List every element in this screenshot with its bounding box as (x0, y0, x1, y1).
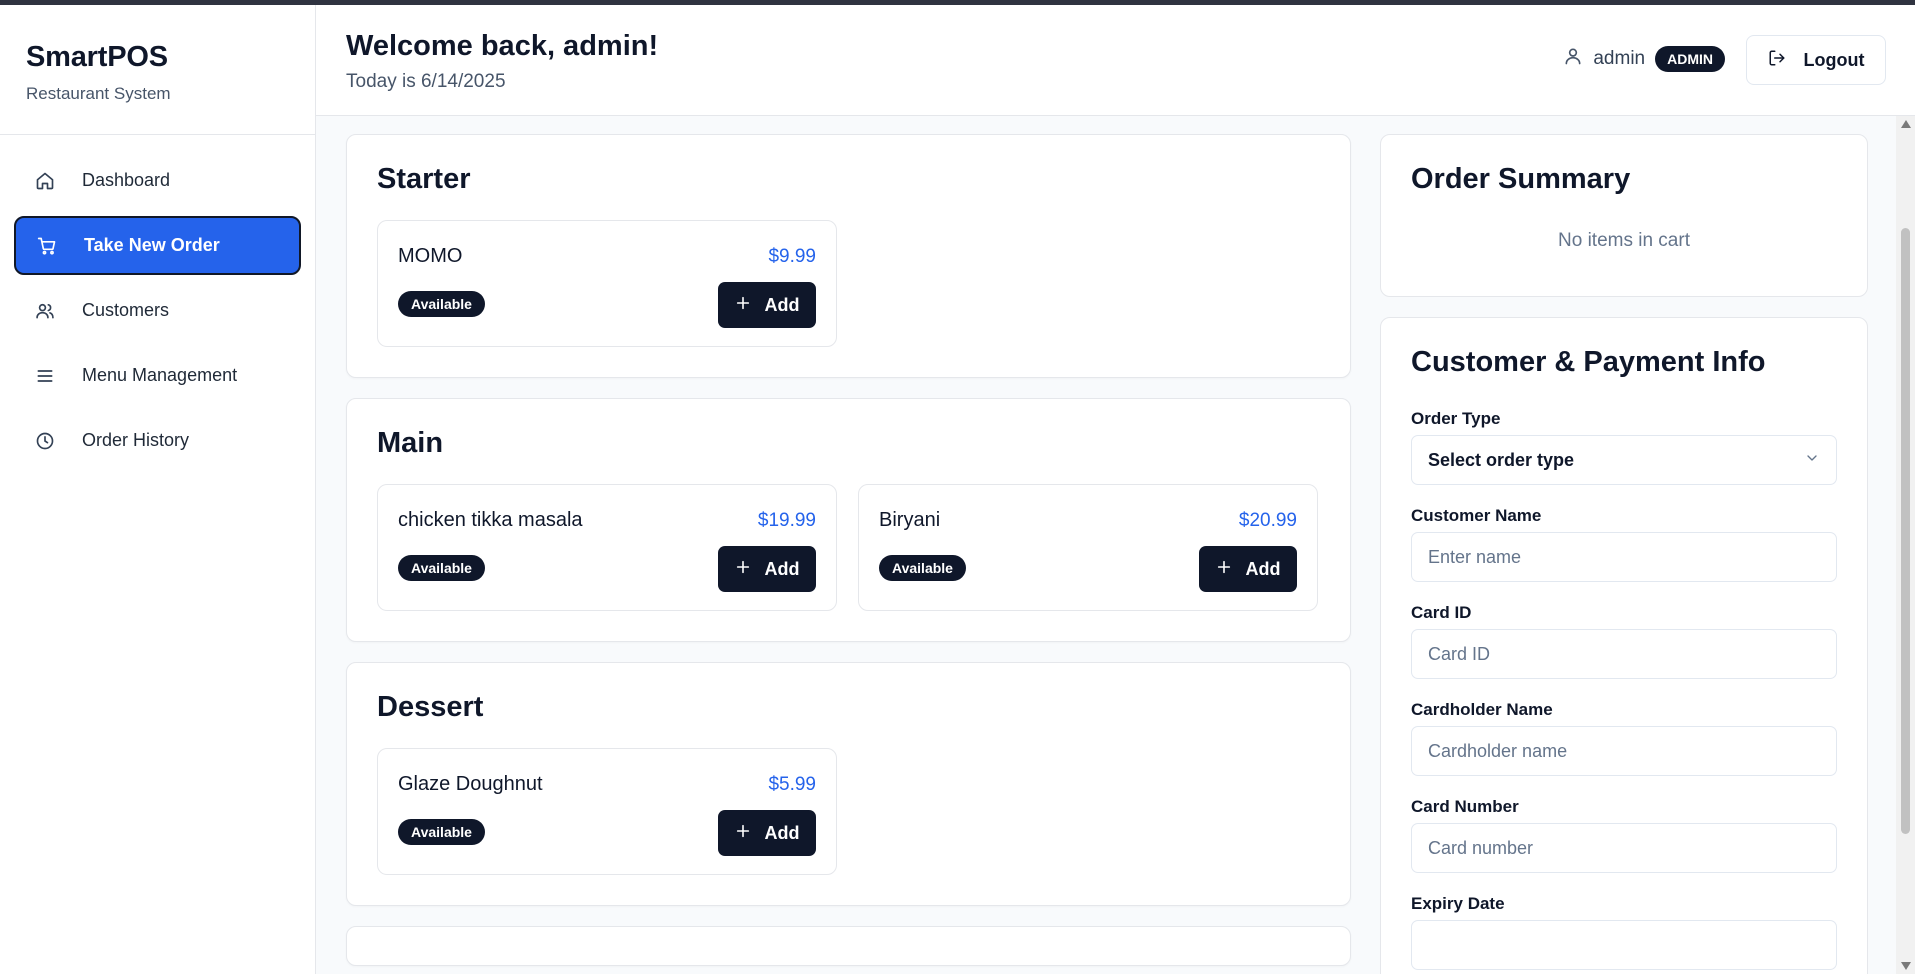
order-column: Order Summary No items in cart Customer … (1380, 134, 1868, 974)
users-icon (34, 300, 56, 322)
order-summary-panel: Order Summary No items in cart (1380, 134, 1868, 297)
sidebar-item-menu-management[interactable]: Menu Management (14, 346, 301, 405)
sidebar-item-label: Take New Order (84, 235, 220, 255)
items-grid: MOMO $9.99 Available Add (377, 220, 1320, 347)
brand-title: SmartPOS (26, 41, 168, 73)
card-id-label: Card ID (1411, 603, 1472, 622)
plus-icon (735, 823, 751, 844)
clock-icon (34, 430, 56, 452)
category-card-partial (346, 926, 1351, 966)
logout-icon (1768, 49, 1786, 72)
card-number-label: Card Number (1411, 797, 1519, 816)
category-dessert: Dessert Glaze Doughnut $5.99 Available A… (346, 662, 1351, 906)
scroll-down-arrow-icon[interactable] (1901, 962, 1911, 970)
category-title: Main (377, 427, 444, 459)
add-label: Add (1245, 558, 1281, 579)
order-summary-title: Order Summary (1411, 163, 1631, 195)
item-price: $19.99 (757, 510, 816, 531)
empty-cart-message: No items in cart (1558, 230, 1690, 251)
sidebar-item-customers[interactable]: Customers (14, 281, 301, 340)
sidebar-item-label: Menu Management (82, 365, 238, 385)
order-type-select[interactable]: Select order type (1411, 435, 1837, 485)
user-icon (1563, 45, 1583, 72)
menu-lines-icon (34, 365, 56, 387)
sidebar-item-take-new-order[interactable]: Take New Order (14, 216, 301, 275)
status-badge: Available (398, 819, 485, 845)
logout-button[interactable]: Logout (1746, 35, 1886, 85)
role-badge: ADMIN (1655, 45, 1725, 72)
item-name: Biryani (879, 509, 941, 531)
page-scrollbar[interactable] (1896, 116, 1915, 974)
card-number-input[interactable] (1411, 823, 1837, 873)
add-label: Add (764, 822, 800, 843)
plus-icon (735, 559, 751, 580)
cardholder-name-label: Cardholder Name (1411, 700, 1553, 719)
category-starter: Starter MOMO $9.99 Available Add (346, 134, 1351, 378)
customer-name-label: Customer Name (1411, 506, 1542, 525)
menu-item-card: chicken tikka masala $19.99 Available Ad… (377, 484, 837, 611)
item-price: $5.99 (768, 774, 816, 795)
category-title: Dessert (377, 691, 484, 723)
add-item-button[interactable]: Add (718, 282, 816, 328)
category-title: Starter (377, 163, 471, 195)
customer-name-input[interactable] (1411, 532, 1837, 582)
order-type-label: Order Type (1411, 409, 1501, 428)
brand-subtitle: Restaurant System (26, 84, 171, 103)
status-badge: Available (879, 555, 966, 581)
item-price: $9.99 (768, 246, 816, 267)
status-badge: Available (398, 291, 485, 317)
scrollbar-thumb[interactable] (1901, 228, 1910, 834)
brand: SmartPOS Restaurant System (0, 5, 315, 135)
logout-label: Logout (1803, 49, 1865, 70)
category-main: Main chicken tikka masala $19.99 Availab… (346, 398, 1351, 642)
plus-icon (1216, 559, 1232, 580)
plus-icon (735, 295, 751, 316)
home-icon (34, 170, 56, 192)
status-badge: Available (398, 555, 485, 581)
card-id-input[interactable] (1411, 629, 1837, 679)
add-label: Add (764, 558, 800, 579)
sidebar-item-label: Dashboard (82, 170, 171, 190)
user-name: admin (1593, 47, 1646, 69)
page-header: Welcome back, admin! Today is 6/14/2025 … (316, 5, 1915, 116)
order-type-value: Select order type (1428, 449, 1575, 470)
sidebar-item-dashboard[interactable]: Dashboard (14, 151, 301, 210)
sidebar-nav: Dashboard Take New Order Customers Menu … (0, 135, 315, 470)
add-item-button[interactable]: Add (718, 810, 816, 856)
cardholder-name-input[interactable] (1411, 726, 1837, 776)
item-name: Glaze Doughnut (398, 773, 543, 795)
payment-info-title: Customer & Payment Info (1411, 346, 1766, 378)
item-price: $20.99 (1238, 510, 1297, 531)
expiry-date-input[interactable] (1411, 920, 1837, 970)
expiry-date-label: Expiry Date (1411, 894, 1505, 913)
menu-item-card: Glaze Doughnut $5.99 Available Add (377, 748, 837, 875)
scroll-up-arrow-icon[interactable] (1901, 120, 1911, 128)
add-item-button[interactable]: Add (1199, 546, 1297, 592)
cart-icon (36, 235, 58, 257)
sidebar-item-order-history[interactable]: Order History (14, 411, 301, 470)
add-item-button[interactable]: Add (718, 546, 816, 592)
add-label: Add (764, 294, 800, 315)
sidebar: SmartPOS Restaurant System Dashboard Tak… (0, 5, 316, 974)
payment-info-panel: Customer & Payment Info Order Type Selec… (1380, 317, 1868, 974)
items-grid: Glaze Doughnut $5.99 Available Add (377, 748, 1320, 875)
user-info: admin ADMIN (1563, 45, 1725, 72)
sidebar-item-label: Order History (82, 430, 190, 450)
current-date: Today is 6/14/2025 (346, 71, 506, 92)
menu-item-card: MOMO $9.99 Available Add (377, 220, 837, 347)
chevron-down-icon (1804, 450, 1820, 471)
menu-item-card: Biryani $20.99 Available Add (858, 484, 1318, 611)
sidebar-item-label: Customers (82, 300, 170, 320)
menu-column: Starter MOMO $9.99 Available Add Main ch… (346, 134, 1351, 974)
page-title: Welcome back, admin! (346, 30, 659, 62)
item-name: MOMO (398, 245, 463, 267)
items-grid: chicken tikka masala $19.99 Available Ad… (377, 484, 1320, 611)
item-name: chicken tikka masala (398, 509, 583, 531)
